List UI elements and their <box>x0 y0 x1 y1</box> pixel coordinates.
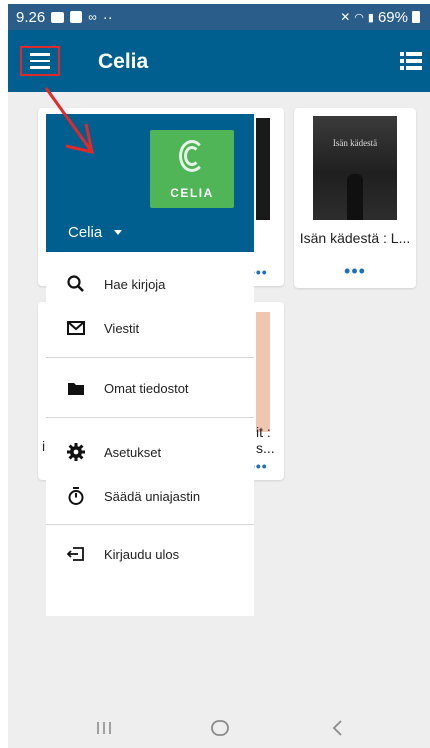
gear-icon <box>67 443 85 461</box>
book-cover <box>256 312 270 432</box>
chevron-down-icon <box>114 230 123 235</box>
cover-title: Isän kädestä <box>332 138 378 148</box>
message-icon <box>51 11 65 23</box>
folder-icon <box>68 383 84 395</box>
status-time: 9.26 <box>16 8 46 26</box>
account-switcher[interactable]: Celia <box>68 224 123 241</box>
menu-item-label: Kirjaudu ulos <box>104 546 180 562</box>
book-title-partial: s... <box>256 440 275 456</box>
facebook-icon <box>70 11 83 23</box>
book-card[interactable]: Isän kädestä Isän kädestä : L... ••• <box>294 108 416 288</box>
divider <box>46 417 254 418</box>
timer-icon <box>68 487 84 505</box>
menu-item-label: Omat tiedostot <box>104 380 189 396</box>
status-overflow: ·· <box>102 8 113 26</box>
menu-item-label: Asetukset <box>104 444 162 460</box>
hamburger-icon <box>30 53 50 56</box>
book-title-partial: it : <box>256 424 271 440</box>
menu-item-search-books[interactable]: Hae kirjoja <box>46 260 254 308</box>
menu-item-settings[interactable]: Asetukset <box>46 428 254 476</box>
battery-percent: 69% <box>377 8 408 26</box>
recent-apps-icon[interactable] <box>92 718 116 738</box>
logout-icon <box>66 547 84 561</box>
menu-item-label: Säädä uniajastin <box>104 488 201 504</box>
wifi-icon: ◠ <box>354 11 364 24</box>
system-nav-bar <box>8 708 430 748</box>
celia-logo: CELIA <box>150 130 234 208</box>
hamburger-menu-button[interactable] <box>20 46 60 76</box>
list-view-button[interactable] <box>400 52 422 70</box>
book-title: Isän kädestä : L... <box>299 230 411 246</box>
menu-item-messages[interactable]: Viestit <box>46 304 254 352</box>
book-cover: Isän kädestä <box>313 116 397 220</box>
mail-icon <box>67 321 85 335</box>
phone-screen: 9.26 ∞ ·· ✕ ◠ ▮ 69% Celia ••• i it: s..… <box>8 4 430 748</box>
battery-icon <box>412 11 420 23</box>
navigation-drawer: CELIA Celia Hae kirjoja Viestit Omat tie… <box>46 114 254 616</box>
menu-item-my-files[interactable]: Omat tiedostot <box>46 364 254 412</box>
more-options-icon[interactable]: ••• <box>294 262 416 280</box>
divider <box>46 524 254 525</box>
app-title: Celia <box>98 50 149 73</box>
back-icon[interactable] <box>326 718 350 738</box>
search-icon <box>67 275 84 292</box>
book-cover <box>256 118 270 220</box>
app-bar: Celia <box>8 30 430 92</box>
account-name: Celia <box>68 224 103 241</box>
divider <box>46 357 254 358</box>
drawer-header: CELIA Celia <box>46 114 254 252</box>
menu-item-label: Hae kirjoja <box>104 276 166 292</box>
voicemail-icon: ∞ <box>88 10 97 24</box>
home-icon[interactable] <box>208 718 232 738</box>
signal-icon: ▮ <box>367 11 374 24</box>
status-bar: 9.26 ∞ ·· ✕ ◠ ▮ 69% <box>8 4 430 30</box>
mute-icon: ✕ <box>340 10 351 24</box>
menu-item-sleep-timer[interactable]: Säädä uniajastin <box>46 472 254 520</box>
menu-item-label: Viestit <box>104 320 140 336</box>
menu-item-logout[interactable]: Kirjaudu ulos <box>46 530 254 578</box>
book-title-partial: i <box>42 438 46 454</box>
